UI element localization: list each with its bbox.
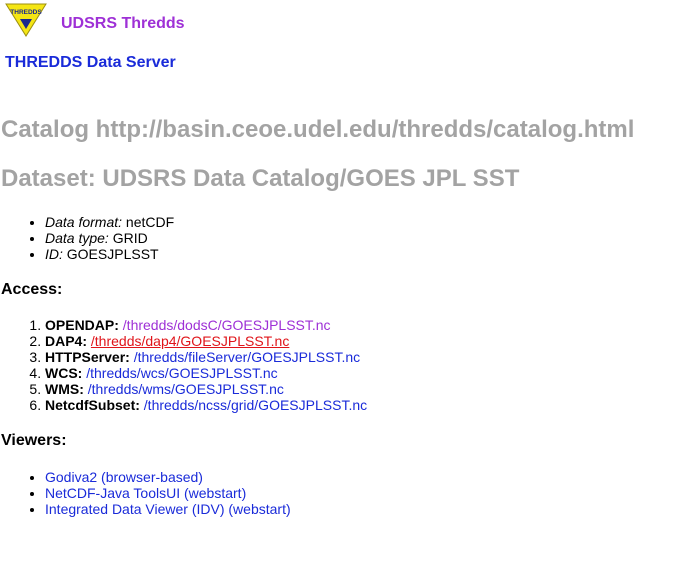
property-item: Data format: netCDF xyxy=(45,214,174,230)
viewer-item: NetCDF-Java ToolsUI (webstart) xyxy=(45,485,291,501)
dataset-heading: Dataset: UDSRS Data Catalog/GOES JPL SST xyxy=(1,165,520,192)
viewers-heading: Viewers: xyxy=(1,432,67,449)
toolsui-link[interactable]: NetCDF-Java ToolsUI (webstart) xyxy=(45,485,246,501)
service-name: HTTPServer: xyxy=(45,349,130,365)
property-label: Data format: xyxy=(45,214,123,230)
service-name: NetcdfSubset: xyxy=(45,397,140,413)
property-label: ID: xyxy=(45,246,63,262)
service-name: DAP4: xyxy=(45,333,88,349)
wms-link[interactable]: /thredds/wms/GOESJPLSST.nc xyxy=(88,381,284,397)
dap4-link[interactable]: /thredds/dap4/GOESJPLSST.nc xyxy=(91,333,289,349)
property-label: Data type: xyxy=(45,230,109,246)
service-item: WCS: /thredds/wcs/GOESJPLSST.nc xyxy=(45,365,367,381)
service-name: WCS: xyxy=(45,365,83,381)
catalog-heading: Catalog http://basin.ceoe.udel.edu/thred… xyxy=(1,116,635,143)
property-value: netCDF xyxy=(125,214,175,230)
service-name: OPENDAP: xyxy=(45,317,119,333)
service-item: DAP4: /thredds/dap4/GOESJPLSST.nc xyxy=(45,333,367,349)
opendap-link[interactable]: /thredds/dodsC/GOESJPLSST.nc xyxy=(123,317,331,333)
httpserver-link[interactable]: /thredds/fileServer/GOESJPLSST.nc xyxy=(134,349,360,365)
header: THREDDS xyxy=(4,2,48,38)
service-item: OPENDAP: /thredds/dodsC/GOESJPLSST.nc xyxy=(45,317,367,333)
access-services-list: OPENDAP: /thredds/dodsC/GOESJPLSST.nc DA… xyxy=(45,317,367,413)
access-heading: Access: xyxy=(1,281,63,298)
idv-link[interactable]: Integrated Data Viewer (IDV) (webstart) xyxy=(45,501,291,517)
service-item: HTTPServer: /thredds/fileServer/GOESJPLS… xyxy=(45,349,367,365)
thredds-logo-icon[interactable]: THREDDS xyxy=(4,2,48,38)
netcdfsubset-link[interactable]: /thredds/ncss/grid/GOESJPLSST.nc xyxy=(144,397,367,413)
site-name-link[interactable]: UDSRS Thredds xyxy=(61,15,185,33)
property-value: GRID xyxy=(112,230,148,246)
viewers-list: Godiva2 (browser-based) NetCDF-Java Tool… xyxy=(45,469,291,517)
server-name-link[interactable]: THREDDS Data Server xyxy=(5,54,176,72)
wcs-link[interactable]: /thredds/wcs/GOESJPLSST.nc xyxy=(86,365,277,381)
viewer-item: Godiva2 (browser-based) xyxy=(45,469,291,485)
property-item: Data type: GRID xyxy=(45,230,174,246)
logo-text: THREDDS xyxy=(10,9,42,16)
viewer-item: Integrated Data Viewer (IDV) (webstart) xyxy=(45,501,291,517)
service-name: WMS: xyxy=(45,381,84,397)
property-item: ID: GOESJPLSST xyxy=(45,246,174,262)
godiva2-link[interactable]: Godiva2 (browser-based) xyxy=(45,469,203,485)
dataset-properties-list: Data format: netCDF Data type: GRID ID: … xyxy=(45,214,174,262)
service-item: WMS: /thredds/wms/GOESJPLSST.nc xyxy=(45,381,367,397)
property-value: GOESJPLSST xyxy=(66,246,159,262)
service-item: NetcdfSubset: /thredds/ncss/grid/GOESJPL… xyxy=(45,397,367,413)
